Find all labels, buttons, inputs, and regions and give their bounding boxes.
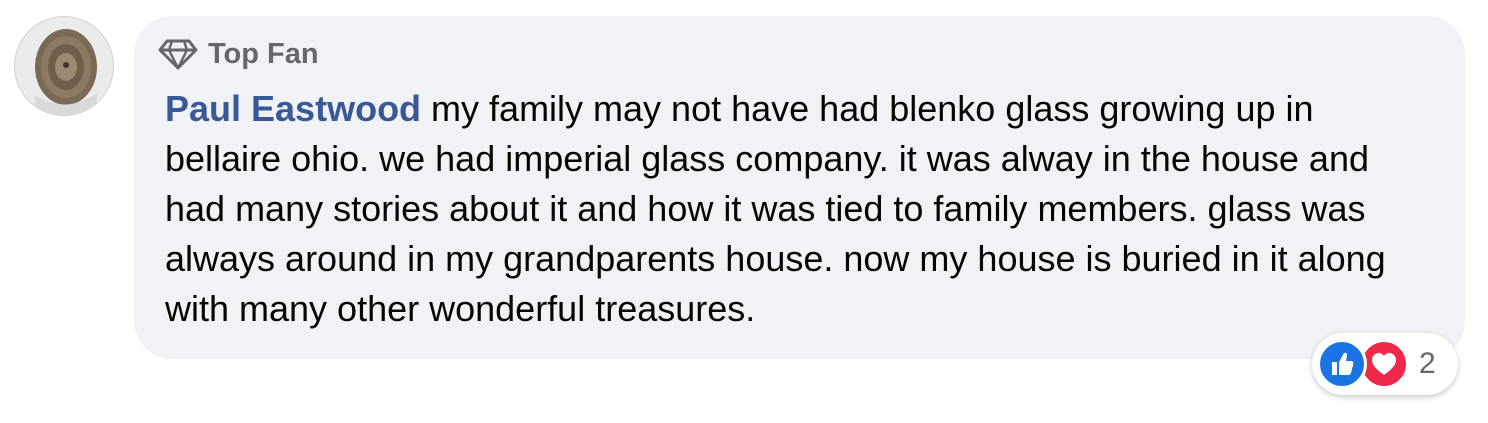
diamond-icon xyxy=(158,38,198,70)
top-fan-badge[interactable]: Top Fan xyxy=(158,36,319,72)
like-icon xyxy=(1317,339,1367,389)
reaction-count: 2 xyxy=(1419,347,1436,380)
author-name-link[interactable]: Paul Eastwood xyxy=(165,88,421,129)
comment-body: Paul Eastwood my family may not have had… xyxy=(165,84,1435,334)
badge-label: Top Fan xyxy=(208,38,319,70)
reactions-summary[interactable]: 2 xyxy=(1312,333,1458,395)
comment-bubble: Top Fan Paul Eastwood my family may not … xyxy=(134,16,1465,359)
avatar[interactable] xyxy=(14,16,114,116)
